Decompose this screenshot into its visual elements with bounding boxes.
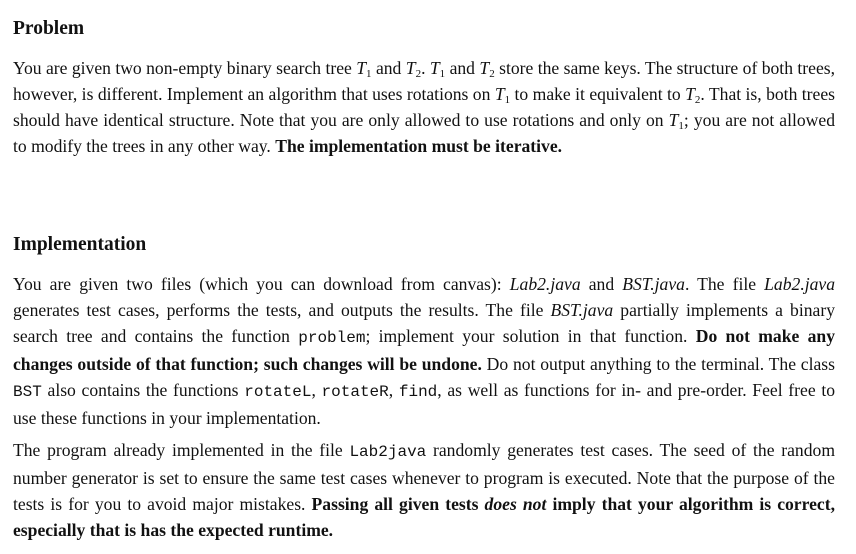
code-identifier: rotateL <box>244 383 312 401</box>
text-run: . <box>421 58 430 78</box>
text-run: You are given two non-empty binary searc… <box>13 58 357 78</box>
implementation-paragraph-files: You are given two files (which you can d… <box>13 271 835 431</box>
text-run: also contains the functions <box>41 380 245 400</box>
bold-italic-text: does not <box>484 494 547 514</box>
code-identifier: BST <box>13 383 42 401</box>
implementation-heading: Implementation <box>13 234 147 255</box>
text-run: ; implement your solution in that functi… <box>365 326 696 346</box>
italic-filename: BST.java <box>622 274 685 294</box>
text-run: Do not output anything to the terminal. … <box>481 354 835 374</box>
italic-filename: Lab2.java <box>764 274 836 294</box>
text-run: generates test cases, performs the tests… <box>13 300 551 320</box>
text-run: , <box>388 380 399 400</box>
math-symbol: T1 <box>356 58 372 80</box>
bold-text: Passing all given tests <box>311 494 485 514</box>
italic-filename: Lab2.java <box>509 274 581 294</box>
bold-text: The implementation must be iterative. <box>275 136 563 156</box>
text-run: to make it equivalent to <box>510 84 686 104</box>
code-identifier: problem <box>298 329 366 347</box>
problem-paragraph: You are given two non-empty binary searc… <box>13 55 835 159</box>
math-symbol: T2 <box>685 84 701 106</box>
code-identifier: rotateR <box>321 383 389 401</box>
text-run: , <box>311 380 322 400</box>
code-identifier: Lab2java <box>349 443 427 461</box>
document-page: Problem You are given two non-empty bina… <box>0 0 856 554</box>
math-symbol: T1 <box>668 110 684 132</box>
text-run: and <box>580 274 623 294</box>
implementation-paragraph-tests: The program already implemented in the f… <box>13 437 835 543</box>
text-run: The program already implemented in the f… <box>13 440 350 460</box>
math-symbol: T1 <box>429 58 446 80</box>
math-symbol: T1 <box>494 84 511 106</box>
text-run: and <box>445 58 480 78</box>
text-run: and <box>371 58 406 78</box>
text-run: You are given two files (which you can d… <box>13 274 510 294</box>
math-symbol: T2 <box>405 58 422 80</box>
italic-filename: BST.java <box>550 300 614 320</box>
math-symbol: T2 <box>479 58 495 80</box>
text-run: . The file <box>684 274 765 294</box>
problem-heading: Problem <box>13 18 85 39</box>
code-identifier: find <box>398 383 438 401</box>
